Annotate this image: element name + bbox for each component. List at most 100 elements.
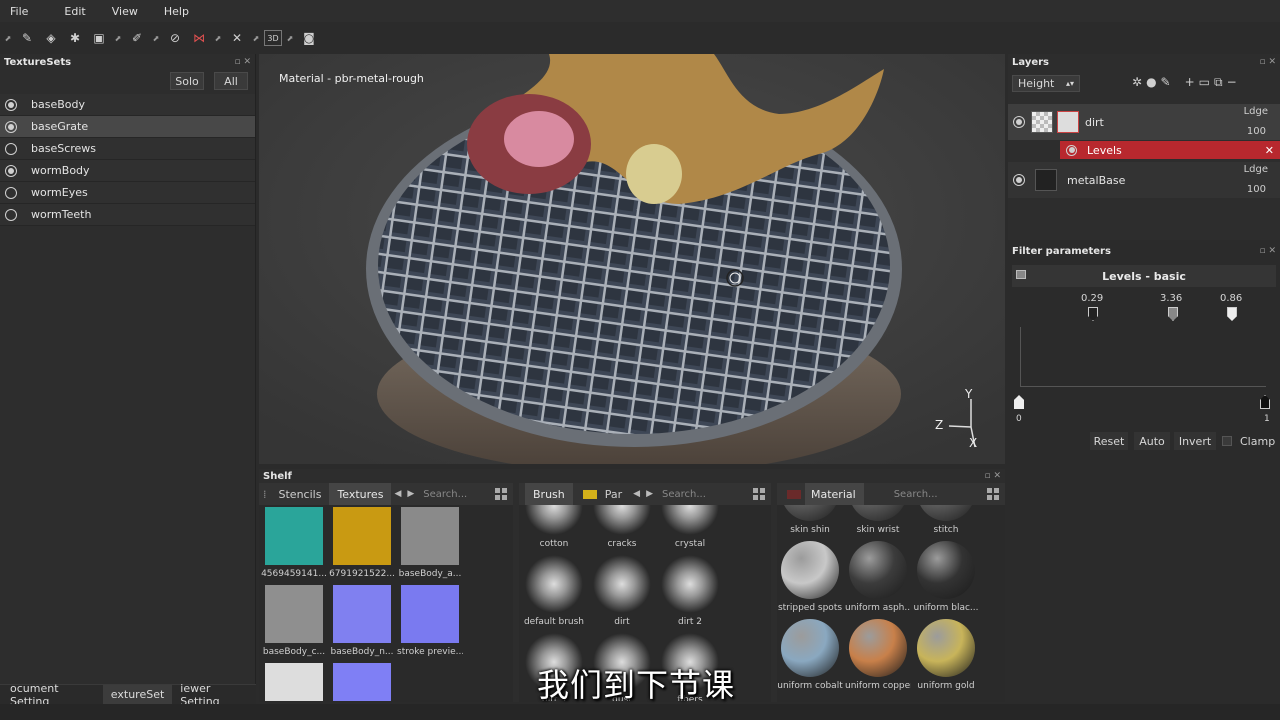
menu-edit[interactable]: Edit	[54, 5, 95, 18]
material-item[interactable]: uniform blac...	[913, 541, 979, 613]
visibility-toggle[interactable]	[1066, 144, 1077, 156]
texture-item[interactable]: baseBody_a...	[397, 507, 463, 579]
tab-document-settings[interactable]: ocument Setting	[0, 682, 103, 708]
layer-blend[interactable]: Ldge	[1244, 106, 1268, 117]
materials-search[interactable]: Search...	[894, 489, 938, 500]
expand-icon[interactable]: ⬈	[250, 27, 262, 49]
camera-icon[interactable]: ◙	[298, 27, 320, 49]
projection-icon[interactable]: ✱	[64, 27, 86, 49]
xx-icon[interactable]: ✕	[226, 27, 248, 49]
grid-view-icon[interactable]	[987, 488, 999, 500]
output-min-handle[interactable]	[1014, 395, 1024, 409]
texture-set-row[interactable]: wormTeeth	[0, 204, 255, 226]
texture-set-row[interactable]: baseBody	[0, 94, 255, 116]
color-picker-icon[interactable]: ⊘	[164, 27, 186, 49]
texture-item[interactable]	[329, 663, 395, 701]
tab-material[interactable]: Material	[805, 483, 864, 505]
brush-item[interactable]: cotton	[521, 505, 587, 549]
texture-set-row[interactable]: wormBody	[0, 160, 255, 182]
layer-opacity[interactable]: 100	[1247, 184, 1266, 195]
menu-view[interactable]: View	[102, 5, 148, 18]
brush-item[interactable]: dirt 2	[657, 555, 723, 627]
texture-item[interactable]	[261, 663, 327, 701]
polygon-fill-icon[interactable]: ▣	[88, 27, 110, 49]
material-item[interactable]: uniform copper	[845, 619, 911, 691]
auto-button[interactable]: Auto	[1134, 432, 1170, 450]
add-paint-icon[interactable]: ✎	[1161, 75, 1171, 90]
visibility-toggle[interactable]	[1013, 174, 1025, 186]
panel-controls-icon[interactable]: ▫ ✕	[1259, 57, 1276, 67]
texture-item[interactable]: 4569459141...	[261, 507, 327, 579]
add-mask-icon[interactable]: ✲	[1132, 75, 1142, 90]
texture-set-toggle[interactable]	[5, 98, 17, 111]
material-item[interactable]: uniform asph...	[845, 541, 911, 613]
tab-textureset-settings[interactable]: extureSet	[102, 684, 173, 705]
menu-help[interactable]: Help	[154, 5, 199, 18]
tab-viewer-settings[interactable]: iewer Setting	[172, 682, 256, 708]
channel-dropdown[interactable]: Height ▴▾	[1012, 75, 1080, 92]
tab-next-icon[interactable]: ▶	[643, 489, 656, 499]
panel-controls-icon[interactable]: ▫ ✕	[234, 57, 251, 67]
grid-view-icon[interactable]	[753, 488, 765, 500]
menu-file[interactable]: File	[0, 5, 38, 18]
panel-controls-icon[interactable]: ▫ ✕	[984, 471, 1001, 481]
tab-textures[interactable]: Textures	[329, 483, 392, 505]
tab-prev-icon[interactable]: ◀	[630, 489, 643, 499]
add-layer-icon[interactable]: +	[1185, 75, 1195, 90]
smudge-icon[interactable]: ✐	[126, 27, 148, 49]
material-item[interactable]: stitch	[913, 505, 979, 535]
layer-blend[interactable]: Ldge	[1244, 164, 1268, 175]
brush-item[interactable]: cracks	[589, 505, 655, 549]
layer-row-metalbase[interactable]: metalBase Ldge 100	[1008, 162, 1280, 198]
paint-brush-icon[interactable]: ✎	[16, 27, 38, 49]
collapse-icon[interactable]	[1016, 270, 1026, 279]
output-max-handle[interactable]	[1260, 395, 1270, 409]
brushes-search[interactable]: Search...	[662, 489, 706, 500]
material-item[interactable]: skin shin	[777, 505, 843, 535]
texture-set-toggle[interactable]	[5, 164, 17, 177]
tab-prev-icon[interactable]: ◀	[391, 489, 404, 499]
low-slider-handle[interactable]	[1088, 307, 1098, 321]
texture-item[interactable]: baseBody_n...	[329, 585, 395, 657]
texture-set-row[interactable]: baseGrate	[0, 116, 255, 138]
solo-button[interactable]: Solo	[170, 72, 204, 90]
tab-next-icon[interactable]: ▶	[404, 489, 417, 499]
visibility-toggle[interactable]	[1013, 116, 1025, 128]
material-item[interactable]: uniform cobalt	[777, 619, 843, 691]
brush-item[interactable]: crystal	[657, 505, 723, 549]
high-slider-handle[interactable]	[1227, 307, 1237, 321]
brush-item[interactable]: dirt	[589, 555, 655, 627]
texture-set-toggle[interactable]	[5, 208, 17, 221]
delete-layer-icon[interactable]: −	[1227, 75, 1237, 90]
reset-button[interactable]: Reset	[1090, 432, 1128, 450]
brush-item[interactable]: default brush	[521, 555, 587, 627]
texture-item[interactable]: 6791921522...	[329, 507, 395, 579]
clamp-checkbox[interactable]	[1222, 436, 1232, 446]
grid-view-icon[interactable]	[495, 488, 507, 500]
texture-set-toggle[interactable]	[5, 120, 17, 133]
texture-set-row[interactable]: baseScrews	[0, 138, 255, 160]
texture-item[interactable]: baseBody_c...	[261, 585, 327, 657]
3d-icon[interactable]: 3D	[264, 30, 282, 46]
all-button[interactable]: All	[214, 72, 248, 90]
expand-icon[interactable]: ⬈	[2, 27, 14, 49]
expand-icon[interactable]: ⬈	[284, 27, 296, 49]
expand-icon[interactable]: ⬈	[150, 27, 162, 49]
duplicate-icon[interactable]: ⧉	[1214, 75, 1223, 90]
3d-viewport[interactable]: Material - pbr-metal-rough Y Z X	[259, 54, 1005, 464]
texture-item[interactable]: stroke previe...	[397, 585, 463, 657]
symmetry-icon[interactable]: ⋈	[188, 27, 210, 49]
scroll-left-icon[interactable]: ⁞	[259, 488, 271, 501]
eraser-icon[interactable]: ◈	[40, 27, 62, 49]
texture-set-toggle[interactable]	[5, 186, 17, 199]
layer-row-dirt[interactable]: dirt Ldge 100	[1008, 104, 1280, 140]
tab-stencils[interactable]: Stencils	[271, 483, 330, 505]
textures-search[interactable]: Search...	[423, 489, 467, 500]
tab-brush[interactable]: Brush	[525, 483, 573, 505]
panel-controls-icon[interactable]: ▫ ✕	[1259, 246, 1276, 256]
expand-icon[interactable]: ⬈	[212, 27, 224, 49]
add-folder-icon[interactable]: ▭	[1199, 75, 1210, 90]
tab-particles[interactable]: Par	[601, 483, 630, 505]
texture-set-row[interactable]: wormEyes	[0, 182, 255, 204]
layer-opacity[interactable]: 100	[1247, 126, 1266, 137]
